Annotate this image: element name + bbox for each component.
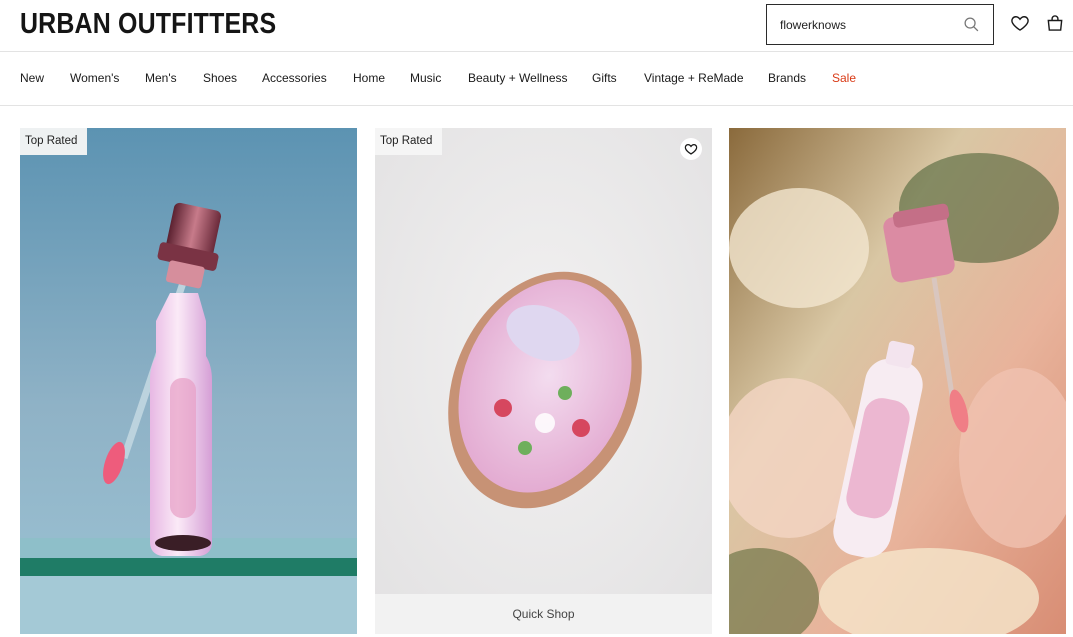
top-rated-badge: Top Rated — [20, 128, 88, 155]
nav-item-accessories[interactable]: Accessories — [262, 71, 327, 85]
nav-item-home[interactable]: Home — [353, 71, 385, 85]
lip-gloss-photo[interactable] — [20, 128, 357, 634]
heart-icon — [684, 143, 698, 155]
nav-item-womens[interactable]: Women's — [70, 71, 119, 85]
category-nav: New Women's Men's Shoes Accessories Home… — [0, 52, 1073, 106]
quick-shop-button[interactable]: Quick Shop — [375, 594, 712, 634]
nav-item-music[interactable]: Music — [410, 71, 441, 85]
site-header: URBAN OUTFITTERS — [0, 0, 1073, 52]
search-box[interactable] — [766, 4, 994, 45]
nav-item-vintage-remade[interactable]: Vintage + ReMade — [644, 71, 744, 85]
product-card[interactable]: Top Rated — [20, 128, 357, 634]
compact-mirror-photo[interactable] — [375, 128, 712, 634]
nav-item-brands[interactable]: Brands — [768, 71, 806, 85]
shopping-bag-icon[interactable] — [1045, 13, 1065, 33]
product-card[interactable]: Top Rated Quick Shop — [375, 128, 712, 634]
nav-item-beauty-wellness[interactable]: Beauty + Wellness — [468, 71, 568, 85]
nav-item-gifts[interactable]: Gifts — [592, 71, 617, 85]
nav-item-shoes[interactable]: Shoes — [203, 71, 237, 85]
nav-item-mens[interactable]: Men's — [145, 71, 177, 85]
product-card[interactable] — [729, 128, 1066, 634]
nav-item-new[interactable]: New — [20, 71, 44, 85]
top-rated-badge: Top Rated — [375, 128, 443, 155]
heart-icon[interactable] — [1010, 13, 1030, 33]
search-input[interactable] — [767, 5, 952, 44]
search-icon[interactable] — [963, 16, 980, 33]
favorite-button[interactable] — [680, 138, 702, 160]
brand-logo[interactable]: URBAN OUTFITTERS — [20, 8, 276, 41]
nav-item-sale[interactable]: Sale — [832, 71, 856, 85]
lotion-bottle-floral-photo[interactable] — [729, 128, 1066, 634]
